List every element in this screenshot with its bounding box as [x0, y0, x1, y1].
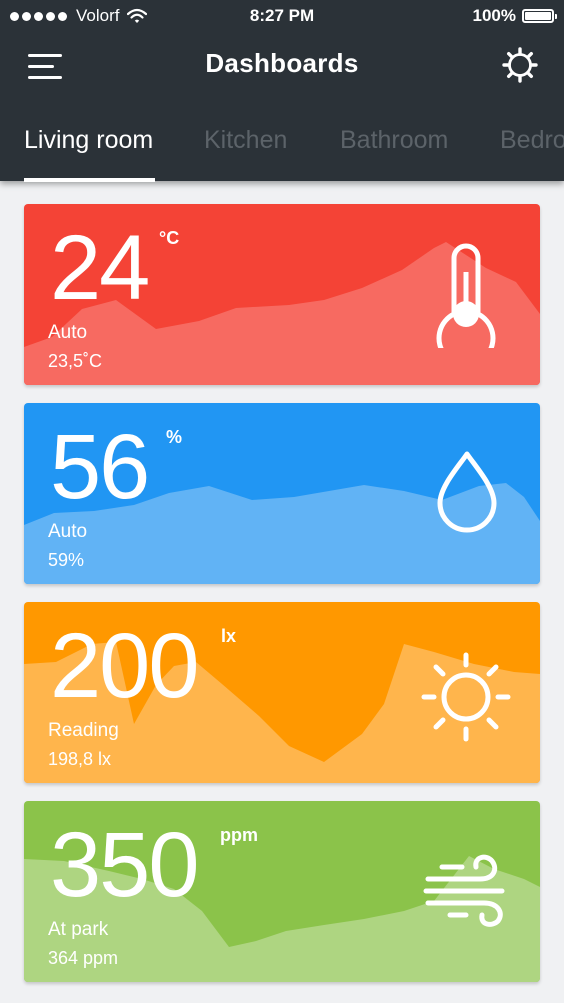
temperature-mode: Auto	[48, 322, 88, 343]
air-quality-reading: 364 ppm	[48, 948, 119, 968]
tab-bathroom[interactable]: Bathroom	[340, 126, 448, 155]
sun-icon	[421, 652, 511, 742]
water-drop-icon	[437, 451, 497, 533]
gear-icon[interactable]	[502, 47, 538, 83]
app-header: Dashboards	[0, 38, 564, 94]
humidity-value: 56	[50, 416, 150, 518]
status-bar: Volorf 8:27 PM 100%	[0, 0, 564, 32]
tab-kitchen[interactable]: Kitchen	[204, 126, 287, 155]
room-tabs: Living room Kitchen Bathroom Bedroom	[0, 118, 564, 181]
humidity-card[interactable]: 56 % Auto 59%	[24, 403, 540, 584]
humidity-reading: 59%	[48, 550, 85, 570]
wind-icon	[423, 854, 505, 927]
temperature-unit: °C	[159, 228, 180, 248]
temperature-card[interactable]: 24 °C Auto 23,5˚C	[24, 204, 540, 385]
tab-bedroom[interactable]: Bedroom	[500, 126, 564, 155]
temperature-reading: 23,5˚C	[48, 351, 103, 371]
air-quality-card[interactable]: 350 ppm At park 364 ppm	[24, 801, 540, 982]
battery-percent: 100%	[472, 6, 516, 25]
air-quality-mode: At park	[48, 919, 109, 940]
humidity-mode: Auto	[48, 521, 88, 542]
air-quality-unit: ppm	[220, 825, 258, 845]
page-title: Dashboards	[205, 48, 359, 78]
light-unit: lx	[221, 626, 237, 646]
tab-living-room[interactable]: Living room	[24, 126, 153, 155]
active-tab-indicator	[24, 178, 155, 182]
light-mode: Reading	[48, 720, 119, 741]
battery-icon	[522, 9, 557, 23]
light-value: 200	[50, 615, 199, 717]
humidity-unit: %	[166, 427, 183, 447]
light-reading: 198,8 lx	[48, 749, 112, 769]
air-quality-value: 350	[50, 814, 199, 916]
temperature-value: 24	[50, 217, 150, 319]
thermometer-icon	[436, 243, 496, 348]
light-card[interactable]: 200 lx Reading 198,8 lx	[24, 602, 540, 783]
top-bar: Volorf 8:27 PM 100% Dashboards Living ro…	[0, 0, 564, 181]
